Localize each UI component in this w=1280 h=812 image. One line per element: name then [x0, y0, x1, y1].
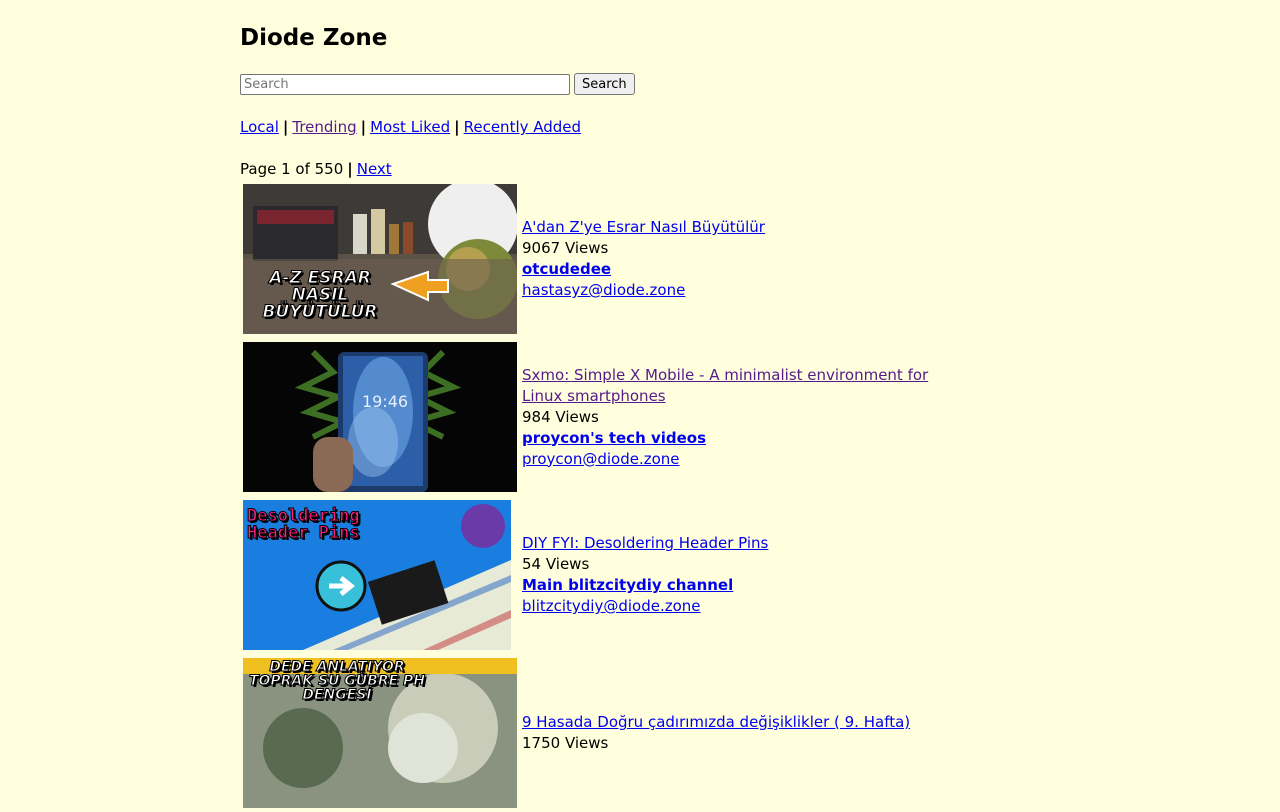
account-link[interactable]: proycon@diode.zone: [522, 449, 952, 470]
video-title-link[interactable]: A'dan Z'ye Esrar Nasıl Büyütülür: [522, 217, 765, 238]
view-count: 1750 Views: [522, 734, 609, 752]
video-title-link[interactable]: Sxmo: Simple X Mobile - A minimalist env…: [522, 365, 952, 407]
page: Diode Zone Search Local|Trending|Most Li…: [240, 0, 1280, 808]
video-title-link[interactable]: DIY FYI: Desoldering Header Pins: [522, 533, 768, 554]
site-title: Diode Zone: [240, 25, 388, 51]
video-info: DIY FYI: Desoldering Header Pins 54 View…: [522, 533, 768, 617]
view-count: 9067 Views: [522, 239, 609, 257]
view-count: 54 Views: [522, 555, 590, 573]
channel-link[interactable]: otcudedee: [522, 259, 765, 280]
video-thumbnail[interactable]: DEDE ANLATIYOR TOPRAK SU GÜBRE PH DENGES…: [243, 658, 517, 808]
video-thumbnail[interactable]: 19:46: [243, 342, 517, 492]
thumbnail-caption: DEDE ANLATIYOR TOPRAK SU GÜBRE PH DENGES…: [248, 659, 426, 703]
pager-separator: |: [347, 160, 353, 178]
video-list: A-Z ESRAR NASIL BÜYÜTÜLÜR A'dan Z'ye Esr…: [240, 180, 1200, 812]
nav-local-link[interactable]: Local: [240, 118, 279, 136]
account-link[interactable]: hastasyz@diode.zone: [522, 280, 765, 301]
thumbnail-caption: Desoldering Header Pins: [247, 506, 361, 543]
video-info: 9 Hasada Doğru çadırımızda değişiklikler…: [522, 712, 910, 754]
video-row: Desoldering Header Pins DIY FYI: Desolde…: [240, 496, 1200, 654]
video-info: Sxmo: Simple X Mobile - A minimalist env…: [522, 365, 952, 470]
nav-recently-added-link[interactable]: Recently Added: [464, 118, 581, 136]
next-page-link[interactable]: Next: [357, 160, 392, 178]
nav-separator: |: [282, 118, 289, 136]
channel-link[interactable]: proycon's tech videos: [522, 428, 952, 449]
video-row: A-Z ESRAR NASIL BÜYÜTÜLÜR A'dan Z'ye Esr…: [240, 180, 1200, 338]
video-info: A'dan Z'ye Esrar Nasıl Büyütülür 9067 Vi…: [522, 217, 765, 301]
thumbnail-caption: A-Z ESRAR NASIL BÜYÜTÜLÜR: [262, 268, 378, 322]
feed-nav: Local | Trending | Most Liked | Recently Added: [240, 116, 581, 138]
channel-link[interactable]: Main blitzcitydiy channel: [522, 575, 768, 596]
search-input[interactable]: [240, 73, 570, 95]
video-row: 19:46 Sxmo: Simple X Mobile - A minimali…: [240, 338, 1200, 496]
video-row: DEDE ANLATIYOR TOPRAK SU GÜBRE PH DENGES…: [240, 654, 1200, 812]
nav-separator: |: [360, 118, 367, 136]
video-thumbnail[interactable]: A-Z ESRAR NASIL BÜYÜTÜLÜR: [243, 184, 517, 334]
account-link[interactable]: blitzcitydiy@diode.zone: [522, 596, 768, 617]
video-title-link[interactable]: 9 Hasada Doğru çadırımızda değişiklikler…: [522, 712, 910, 733]
search-button[interactable]: Search: [574, 73, 635, 95]
nav-trending-link[interactable]: Trending: [292, 118, 356, 136]
pager: Page 1 of 550 | Next: [240, 158, 392, 180]
page-indicator: Page 1 of 550: [240, 160, 344, 178]
nav-separator: |: [454, 118, 460, 136]
view-count: 984 Views: [522, 407, 599, 426]
thumbnail-caption: 19:46: [361, 392, 409, 411]
nav-most-liked-link[interactable]: Most Liked: [370, 118, 450, 136]
thumbnail-image: [243, 342, 517, 492]
video-thumbnail[interactable]: Desoldering Header Pins: [243, 500, 511, 650]
search-form: Search: [240, 72, 1280, 96]
